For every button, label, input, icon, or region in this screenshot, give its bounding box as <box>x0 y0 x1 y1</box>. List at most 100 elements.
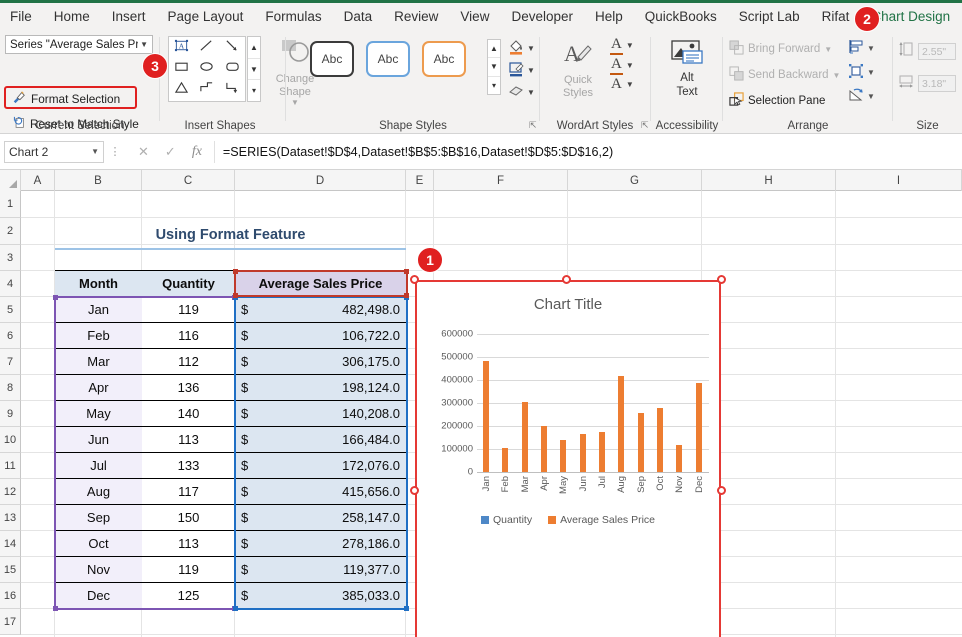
shape-styles-scroll-down-icon[interactable]: ▼ <box>488 58 500 77</box>
group-objects-button[interactable]: ▼ <box>848 63 875 82</box>
cell-month[interactable]: Aug <box>55 479 142 505</box>
row-header-10[interactable]: 10 <box>0 427 21 453</box>
ribbon-tab-quickbooks[interactable]: QuickBooks <box>635 6 727 28</box>
row-header-15[interactable]: 15 <box>0 557 21 583</box>
row-header-14[interactable]: 14 <box>0 531 21 557</box>
bar-may[interactable] <box>560 439 567 472</box>
column-header-d[interactable]: D <box>235 170 406 191</box>
rectangle-shape-icon[interactable] <box>174 59 189 79</box>
ribbon-tab-rifat[interactable]: Rifat <box>812 6 860 28</box>
row-header-3[interactable]: 3 <box>0 245 21 271</box>
arrow-shape-icon[interactable] <box>225 38 240 58</box>
ribbon-tab-formulas[interactable]: Formulas <box>255 6 331 28</box>
cell-quantity[interactable]: 125 <box>142 583 235 609</box>
cell-price[interactable]: $ 119,377.0 <box>235 557 406 583</box>
shape-width-value[interactable]: 3.18" <box>918 75 956 92</box>
name-box[interactable]: Chart 2 ▼ <box>4 140 104 163</box>
cell-quantity[interactable]: 140 <box>142 401 235 427</box>
bar-jun[interactable] <box>579 433 586 472</box>
ribbon-tab-file[interactable]: File <box>0 6 42 28</box>
row-header-9[interactable]: 9 <box>0 401 21 427</box>
shapes-scroll-up-icon[interactable]: ▲ <box>248 37 260 59</box>
text-fill-button[interactable]: A ▼ <box>610 36 634 55</box>
cell-month[interactable]: Jul <box>55 453 142 479</box>
cell-price[interactable]: $ 278,186.0 <box>235 531 406 557</box>
cancel-formula-icon[interactable]: ✕ <box>138 144 149 160</box>
text-effects-chevron-icon[interactable]: ▼ <box>626 80 634 89</box>
legend-item-average-sales-price[interactable]: Average Sales Price <box>548 514 655 526</box>
rotate-objects-button[interactable]: ▼ <box>848 87 875 106</box>
shape-style-preset-dark[interactable]: Abc <box>310 41 354 77</box>
text-effects-button[interactable]: A ▼ <box>610 76 634 93</box>
chart-resize-handle-top-right[interactable] <box>717 275 726 284</box>
cell-month[interactable]: Oct <box>55 531 142 557</box>
chart-element-select[interactable]: Series "Average Sales Pri ▼ <box>5 35 153 54</box>
chart-resize-handle-top-left[interactable] <box>410 275 419 284</box>
cell-price[interactable]: $ 166,484.0 <box>235 427 406 453</box>
wordart-dialog-launcher-icon[interactable]: ⇱ <box>641 120 649 131</box>
cell-price[interactable]: $ 482,498.0 <box>235 297 406 323</box>
column-header-e[interactable]: E <box>406 170 434 191</box>
bar-apr[interactable] <box>541 426 547 472</box>
cell-quantity[interactable]: 113 <box>142 531 235 557</box>
cell-price[interactable]: $ 415,656.0 <box>235 479 406 505</box>
row-header-4[interactable]: 4 <box>0 271 21 297</box>
cell-month[interactable]: Jun <box>55 427 142 453</box>
row-header-17[interactable]: 17 <box>0 609 21 635</box>
ribbon-tab-review[interactable]: Review <box>384 6 448 28</box>
shape-height-value[interactable]: 2.55" <box>918 43 956 60</box>
cell-quantity[interactable]: 136 <box>142 375 235 401</box>
bar-jan[interactable] <box>483 361 489 472</box>
shapes-gallery[interactable]: A <box>168 36 246 102</box>
shape-styles-dialog-launcher-icon[interactable]: ⇱ <box>529 120 537 131</box>
text-outline-chevron-icon[interactable]: ▼ <box>626 61 634 70</box>
shape-height-field[interactable]: 2.55" <box>898 41 956 62</box>
rounded-rectangle-shape-icon[interactable] <box>225 59 240 79</box>
shape-styles-scroll[interactable]: ▲ ▼ ▾ <box>487 39 501 95</box>
row-header-6[interactable]: 6 <box>0 323 21 349</box>
row-header-11[interactable]: 11 <box>0 453 21 479</box>
elbow-connector-shape-icon[interactable] <box>199 80 214 100</box>
shape-outline-chevron-icon[interactable]: ▼ <box>527 66 535 75</box>
chart-plot-area[interactable]: 600000 500000 400000 300000 200000 10000… <box>441 329 709 478</box>
shape-styles-gallery[interactable]: Abc Abc Abc <box>310 41 466 77</box>
cell-quantity[interactable]: 150 <box>142 505 235 531</box>
cell-quantity[interactable]: 133 <box>142 453 235 479</box>
chart-resize-handle-middle-right[interactable] <box>717 486 726 495</box>
align-chevron-icon[interactable]: ▼ <box>867 44 875 53</box>
row-header-7[interactable]: 7 <box>0 349 21 375</box>
ribbon-tab-script-lab[interactable]: Script Lab <box>729 6 810 28</box>
ribbon-tab-data[interactable]: Data <box>334 6 383 28</box>
bar-feb[interactable] <box>502 447 509 472</box>
line-shape-icon[interactable] <box>199 38 214 58</box>
text-outline-button[interactable]: A ▼ <box>610 56 634 75</box>
chevron-down-icon[interactable]: ▼ <box>91 147 99 156</box>
cell-price[interactable]: $ 172,076.0 <box>235 453 406 479</box>
ribbon-tab-developer[interactable]: Developer <box>501 6 583 28</box>
chart-resize-handle-middle-left[interactable] <box>410 486 419 495</box>
row-header-1[interactable]: 1 <box>0 191 21 218</box>
insert-function-icon[interactable]: fx <box>192 144 202 160</box>
column-header-h[interactable]: H <box>702 170 836 191</box>
row-header-5[interactable]: 5 <box>0 297 21 323</box>
textbox-shape-icon[interactable]: A <box>174 38 189 58</box>
row-header-8[interactable]: 8 <box>0 375 21 401</box>
selection-pane-button[interactable]: Selection Pane <box>729 92 825 110</box>
bar-aug[interactable] <box>618 376 625 472</box>
shape-effects-chevron-icon[interactable]: ▼ <box>527 88 535 97</box>
cell-month[interactable]: May <box>55 401 142 427</box>
group-chevron-icon[interactable]: ▼ <box>867 68 875 77</box>
shape-style-preset-blue[interactable]: Abc <box>366 41 410 77</box>
row-header-12[interactable]: 12 <box>0 479 21 505</box>
ribbon-tab-home[interactable]: Home <box>44 6 100 28</box>
shape-fill-button[interactable]: ▼ <box>508 39 535 58</box>
bar-dec[interactable] <box>695 383 702 472</box>
cell-month[interactable]: Feb <box>55 323 142 349</box>
cell-price[interactable]: $ 306,175.0 <box>235 349 406 375</box>
cell-price[interactable]: $ 258,147.0 <box>235 505 406 531</box>
ribbon-tab-view[interactable]: View <box>450 6 499 28</box>
cell-month[interactable]: Sep <box>55 505 142 531</box>
cell-quantity[interactable]: 119 <box>142 557 235 583</box>
bar-sep[interactable] <box>637 412 644 472</box>
shape-styles-more-icon[interactable]: ▾ <box>488 77 500 94</box>
